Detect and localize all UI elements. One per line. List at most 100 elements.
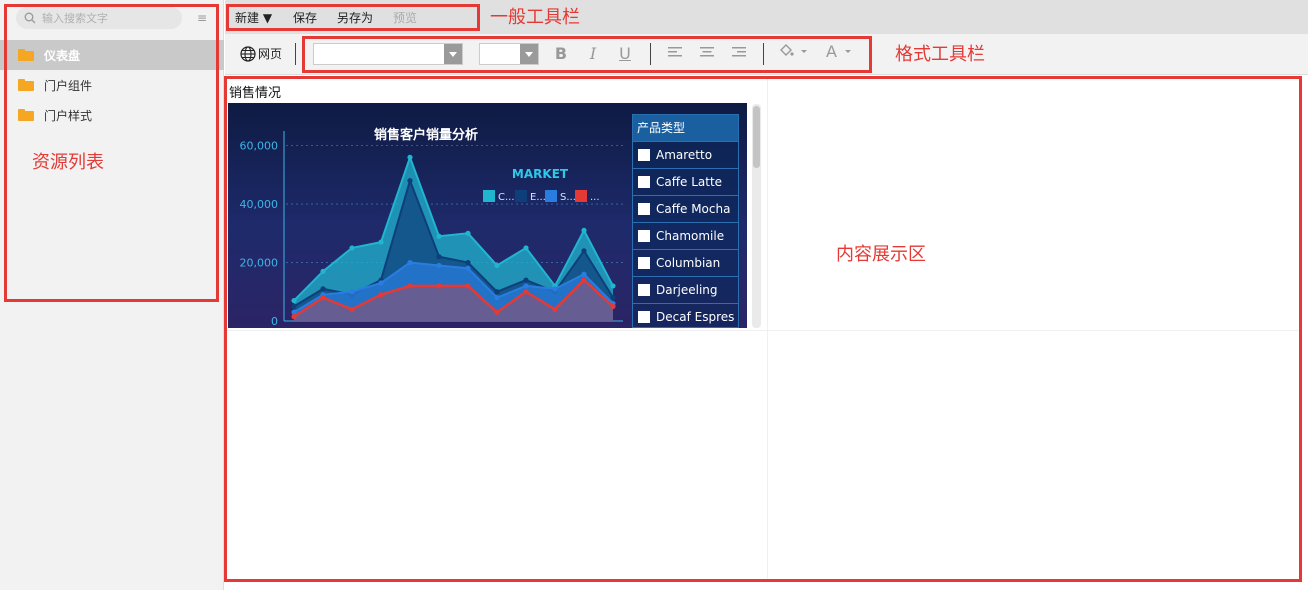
save-as-button[interactable]: 另存为: [337, 9, 373, 26]
svg-text:A: A: [826, 43, 837, 59]
data-point[interactable]: [523, 277, 529, 283]
legend-swatch[interactable]: [483, 190, 495, 202]
fill-color-icon[interactable]: [777, 43, 811, 65]
legend-swatch[interactable]: [545, 190, 557, 202]
widget-title: 销售情况: [229, 86, 282, 101]
preview-button[interactable]: 预览: [393, 9, 417, 26]
data-point[interactable]: [436, 254, 442, 260]
save-button[interactable]: 保存: [293, 9, 317, 26]
scrollbar-thumb[interactable]: [753, 106, 760, 168]
grid-line: [226, 330, 1301, 331]
data-point[interactable]: [349, 245, 355, 251]
italic-icon[interactable]: I: [582, 43, 604, 65]
data-point[interactable]: [610, 303, 616, 309]
font-size-select[interactable]: [479, 43, 539, 65]
data-point[interactable]: [465, 230, 471, 236]
data-point[interactable]: [494, 309, 500, 315]
bold-icon[interactable]: B: [550, 43, 572, 65]
general-toolbar: 新建 ▼ 保存 另存为 预览: [225, 0, 1308, 34]
product-filter-item[interactable]: Darjeeling: [633, 276, 738, 303]
data-point[interactable]: [581, 271, 587, 277]
data-point[interactable]: [494, 295, 500, 301]
data-point[interactable]: [523, 283, 529, 289]
content-area: 销售情况 销售客户销量分析 60,000 40,000 20,000 0 MARKET…: [226, 77, 1301, 580]
product-filter-item[interactable]: Decaf Espres: [633, 303, 738, 328]
data-point[interactable]: [581, 227, 587, 233]
data-point[interactable]: [552, 306, 558, 312]
data-point[interactable]: [349, 289, 355, 295]
chart-title: 销售客户销量分析: [374, 127, 478, 143]
font-family-select[interactable]: [313, 43, 463, 65]
checkbox[interactable]: [638, 230, 650, 242]
data-point[interactable]: [378, 280, 384, 286]
product-filter-item[interactable]: Amaretto: [633, 141, 738, 168]
checkbox[interactable]: [638, 257, 650, 269]
data-point[interactable]: [378, 292, 384, 298]
data-point[interactable]: [494, 289, 500, 295]
product-filter-header: 产品类型: [633, 115, 738, 141]
align-left-icon[interactable]: [664, 43, 686, 65]
widget-scrollbar[interactable]: [752, 104, 761, 328]
data-point[interactable]: [436, 262, 442, 269]
app-root: ≡ 仪表盘 门户组件 门户样式 新建 ▼ 保存 另存为 预览: [0, 0, 1308, 590]
data-point[interactable]: [320, 268, 326, 274]
checkbox[interactable]: [638, 284, 650, 296]
data-point[interactable]: [494, 262, 500, 269]
resource-item-portal-styles[interactable]: 门户样式: [0, 100, 224, 130]
checkbox[interactable]: [638, 149, 650, 161]
product-filter-label: Amaretto: [656, 148, 713, 162]
resource-item-dashboard[interactable]: 仪表盘: [0, 40, 224, 70]
legend-label: C...: [498, 192, 515, 203]
checkbox[interactable]: [638, 203, 650, 215]
data-point[interactable]: [349, 306, 355, 312]
data-point[interactable]: [407, 178, 413, 184]
new-button[interactable]: 新建 ▼: [235, 9, 272, 26]
product-filter-item[interactable]: Columbian: [633, 249, 738, 276]
data-point[interactable]: [320, 295, 326, 301]
align-center-icon[interactable]: [696, 43, 718, 65]
data-point[interactable]: [610, 283, 616, 289]
data-point[interactable]: [581, 248, 587, 254]
data-point[interactable]: [291, 297, 297, 304]
data-point[interactable]: [407, 259, 413, 266]
data-point[interactable]: [378, 239, 384, 245]
data-point[interactable]: [465, 283, 471, 289]
data-point[interactable]: [465, 259, 471, 266]
data-point[interactable]: [291, 314, 297, 320]
folder-icon: [18, 49, 34, 61]
resource-list-annotation: 资源列表: [32, 152, 104, 173]
data-point[interactable]: [523, 289, 529, 295]
data-point[interactable]: [610, 295, 616, 301]
checkbox[interactable]: [638, 176, 650, 188]
data-point[interactable]: [552, 286, 558, 292]
data-point[interactable]: [581, 277, 587, 283]
data-point[interactable]: [436, 283, 442, 289]
search-input[interactable]: [42, 11, 172, 25]
font-color-icon[interactable]: A: [823, 42, 857, 65]
data-point[interactable]: [291, 303, 297, 309]
sales-chart[interactable]: 销售客户销量分析 60,000 40,000 20,000 0 MARKET C...…: [228, 103, 747, 328]
data-point[interactable]: [523, 245, 529, 251]
list-menu-icon[interactable]: ≡: [197, 11, 207, 25]
general-toolbar-annotation: 一般工具栏: [490, 7, 580, 28]
resource-item-portal-components[interactable]: 门户组件: [0, 70, 224, 100]
data-point[interactable]: [436, 233, 442, 239]
product-filter-label: Caffe Mocha: [656, 202, 731, 216]
data-point[interactable]: [465, 265, 471, 271]
legend-swatch[interactable]: [515, 190, 527, 202]
product-filter-item[interactable]: Chamomile: [633, 222, 738, 249]
search-box[interactable]: [16, 7, 182, 29]
underline-icon[interactable]: U: [614, 43, 636, 65]
checkbox[interactable]: [638, 311, 650, 323]
product-filter-label: Darjeeling: [656, 283, 718, 297]
y-tick-label: 0: [271, 315, 278, 328]
align-right-icon[interactable]: [728, 43, 750, 65]
web-page-button[interactable]: 网页: [240, 45, 282, 62]
data-point[interactable]: [407, 154, 413, 160]
legend-swatch[interactable]: [575, 190, 587, 202]
product-filter-item[interactable]: Caffe Mocha: [633, 195, 738, 222]
y-tick-label: 60,000: [240, 140, 279, 153]
data-point[interactable]: [320, 286, 326, 292]
data-point[interactable]: [407, 283, 413, 289]
product-filter-item[interactable]: Caffe Latte: [633, 168, 738, 195]
